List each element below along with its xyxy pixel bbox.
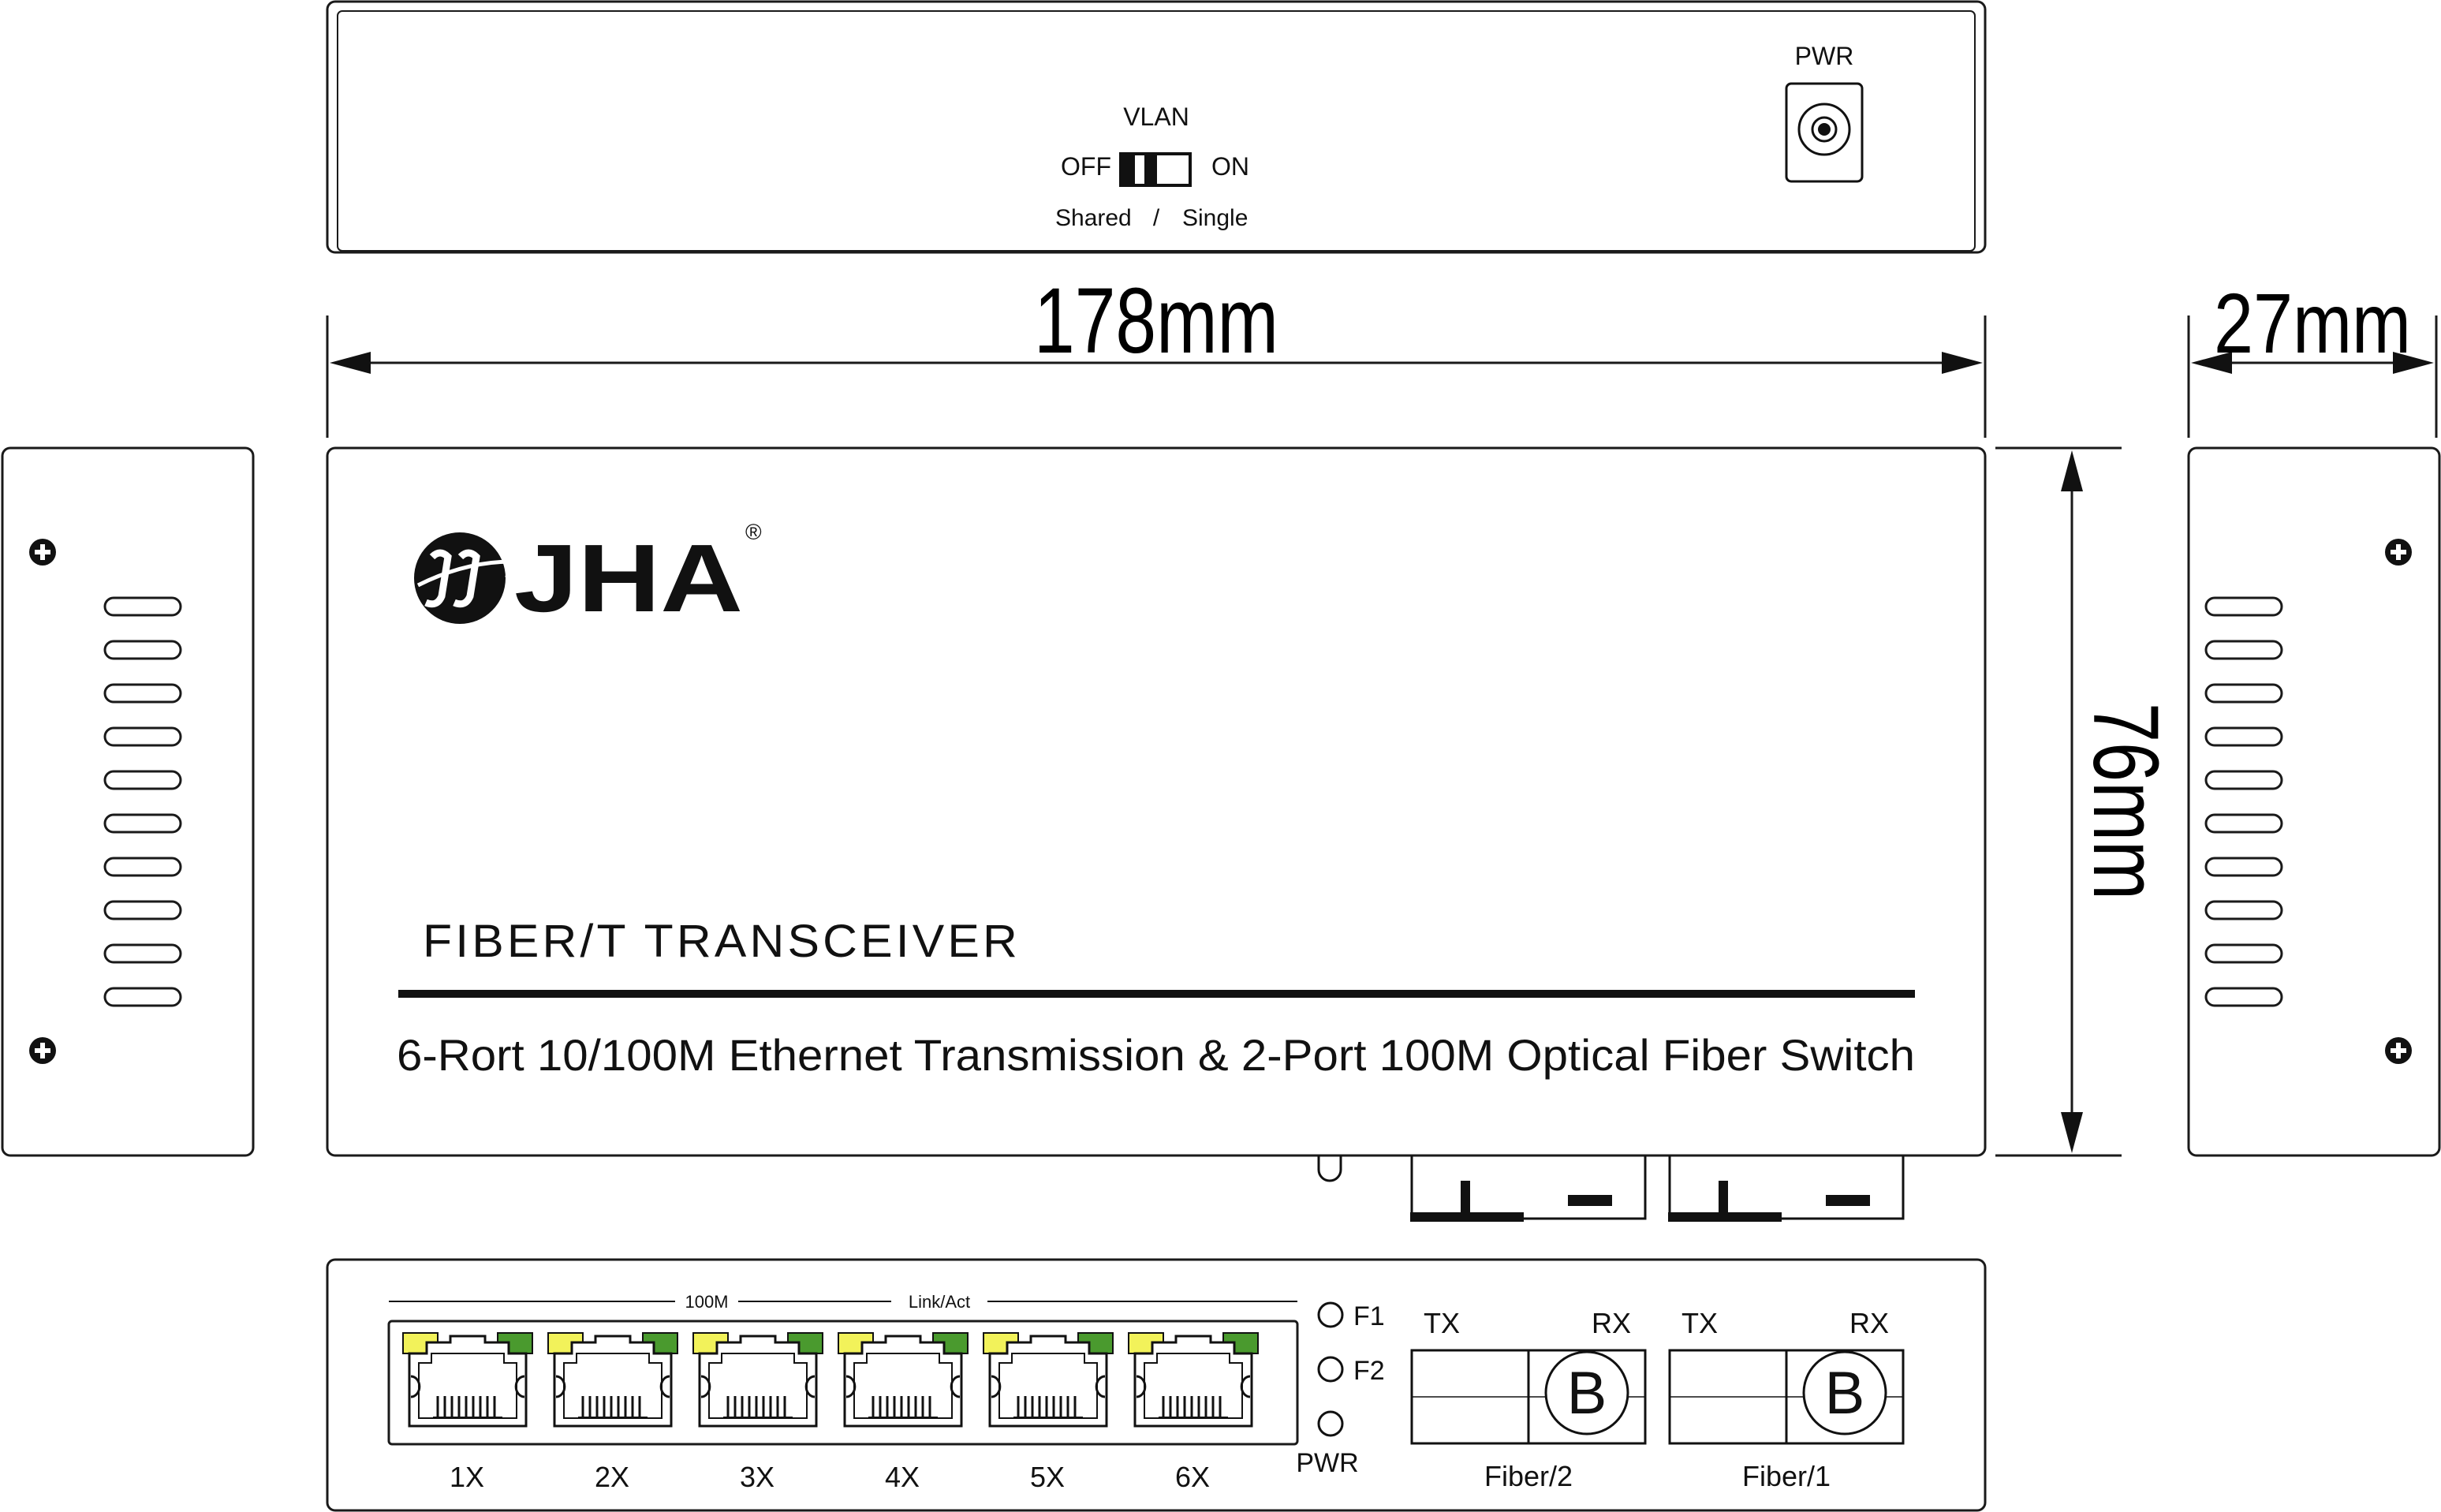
led-f2-icon — [1317, 1356, 1344, 1383]
fiber1-name-label: Fiber/1 — [1742, 1460, 1831, 1492]
vent-slot — [2204, 857, 2283, 877]
product-description: 6-Rort 10/100M Ethernet Transmission & 2… — [397, 1030, 1915, 1080]
port-label-5x: 5X — [1030, 1461, 1065, 1493]
vent-slot — [2204, 640, 2283, 660]
led-pwr-label: PWR — [1296, 1448, 1358, 1478]
screw-icon — [2385, 1037, 2412, 1064]
width-dimension-label: 178mm — [1034, 269, 1278, 373]
width-dimension: 178mm — [326, 269, 1987, 438]
fiber2-letter: B — [1567, 1360, 1607, 1427]
port-label-6x: 6X — [1175, 1461, 1210, 1493]
led-f2-label: F2 — [1353, 1356, 1385, 1386]
vent-slot — [2204, 683, 2283, 704]
product-title: FIBER/T TRANSCEIVER — [423, 916, 1021, 967]
fiber1-tx-label: TX — [1681, 1307, 1718, 1339]
vent-slot — [103, 943, 182, 964]
vent-slot — [103, 726, 182, 747]
vent-slot — [2204, 726, 2283, 747]
registered-mark: ® — [745, 520, 762, 544]
fiber2-name-label: Fiber/2 — [1484, 1460, 1573, 1492]
fiber2-rx-label: RX — [1592, 1307, 1631, 1339]
rj45-port-icon[interactable] — [547, 1332, 678, 1428]
rj45-port-icon[interactable] — [983, 1332, 1114, 1428]
vent-slot — [103, 683, 182, 704]
screw-icon — [29, 1037, 56, 1064]
vent-slot — [103, 770, 182, 790]
port-label-1x: 1X — [450, 1461, 484, 1493]
height-dimension: 76mm — [1995, 446, 2178, 1157]
title-underline — [398, 990, 1915, 998]
bottom-protrusions — [1317, 1155, 1905, 1222]
technical-drawing: VLAN OFF ON Shared / Single PWR 178mm 27… — [1, 0, 2441, 1512]
vlan-label: VLAN — [1123, 103, 1189, 131]
led-label-100m: 100M — [685, 1292, 728, 1312]
front-view: JHA ® FIBER/T TRANSCEIVER 6-Rort 10/100M… — [326, 446, 1987, 1222]
rj45-port-icon[interactable] — [692, 1332, 823, 1428]
depth-dimension-label: 27mm — [2214, 275, 2411, 371]
port-label-3x: 3X — [740, 1461, 774, 1493]
vent-slot — [2204, 943, 2283, 964]
led-f1-label: F1 — [1353, 1301, 1385, 1331]
led-label-link-act: Link/Act — [909, 1292, 970, 1312]
screw-icon — [2385, 539, 2412, 566]
rj45-port-icon[interactable] — [402, 1332, 533, 1428]
vent-slot — [2204, 770, 2283, 790]
vent-slot — [2204, 596, 2283, 617]
vent-slot — [2204, 900, 2283, 920]
fiber1-letter: B — [1825, 1360, 1865, 1427]
led-f1-icon — [1317, 1301, 1344, 1328]
rj45-port-icon[interactable] — [1128, 1332, 1259, 1428]
port-label-2x: 2X — [595, 1461, 629, 1493]
dc-jack-icon[interactable] — [1785, 82, 1864, 183]
vent-slot — [2204, 813, 2283, 834]
pwr-label: PWR — [1795, 42, 1854, 70]
port-panel: 100M Link/Act 1X 2X 3X 4X 5X 6X F1 F2 PW… — [326, 1258, 1987, 1512]
vent-slot — [103, 813, 182, 834]
top-view: VLAN OFF ON Shared / Single PWR — [326, 0, 1987, 254]
vent-slot — [103, 640, 182, 660]
right-side-view — [2187, 446, 2441, 1157]
switch-single-label: Single — [1182, 205, 1248, 231]
switch-on-label: ON — [1211, 152, 1249, 181]
fiber2-tx-label: TX — [1424, 1307, 1460, 1339]
switch-separator: / — [1153, 205, 1160, 231]
rj45-port-icon[interactable] — [838, 1332, 969, 1428]
fiber1-rx-label: RX — [1849, 1307, 1889, 1339]
vent-slot — [103, 857, 182, 877]
left-side-view — [1, 446, 255, 1157]
vlan-switch-icon[interactable] — [1119, 152, 1192, 187]
led-pwr-icon — [1317, 1410, 1344, 1437]
vent-slot — [103, 596, 182, 617]
port-label-4x: 4X — [885, 1461, 920, 1493]
screw-icon — [29, 539, 56, 566]
depth-dimension: 27mm — [2187, 275, 2438, 438]
brand-name: JHA — [514, 525, 743, 632]
vent-slot — [2204, 987, 2283, 1007]
vent-slot — [103, 900, 182, 920]
vent-slot — [103, 987, 182, 1007]
switch-off-label: OFF — [1061, 152, 1111, 181]
switch-shared-label: Shared — [1055, 205, 1132, 231]
height-dimension-label: 76mm — [2073, 703, 2178, 900]
